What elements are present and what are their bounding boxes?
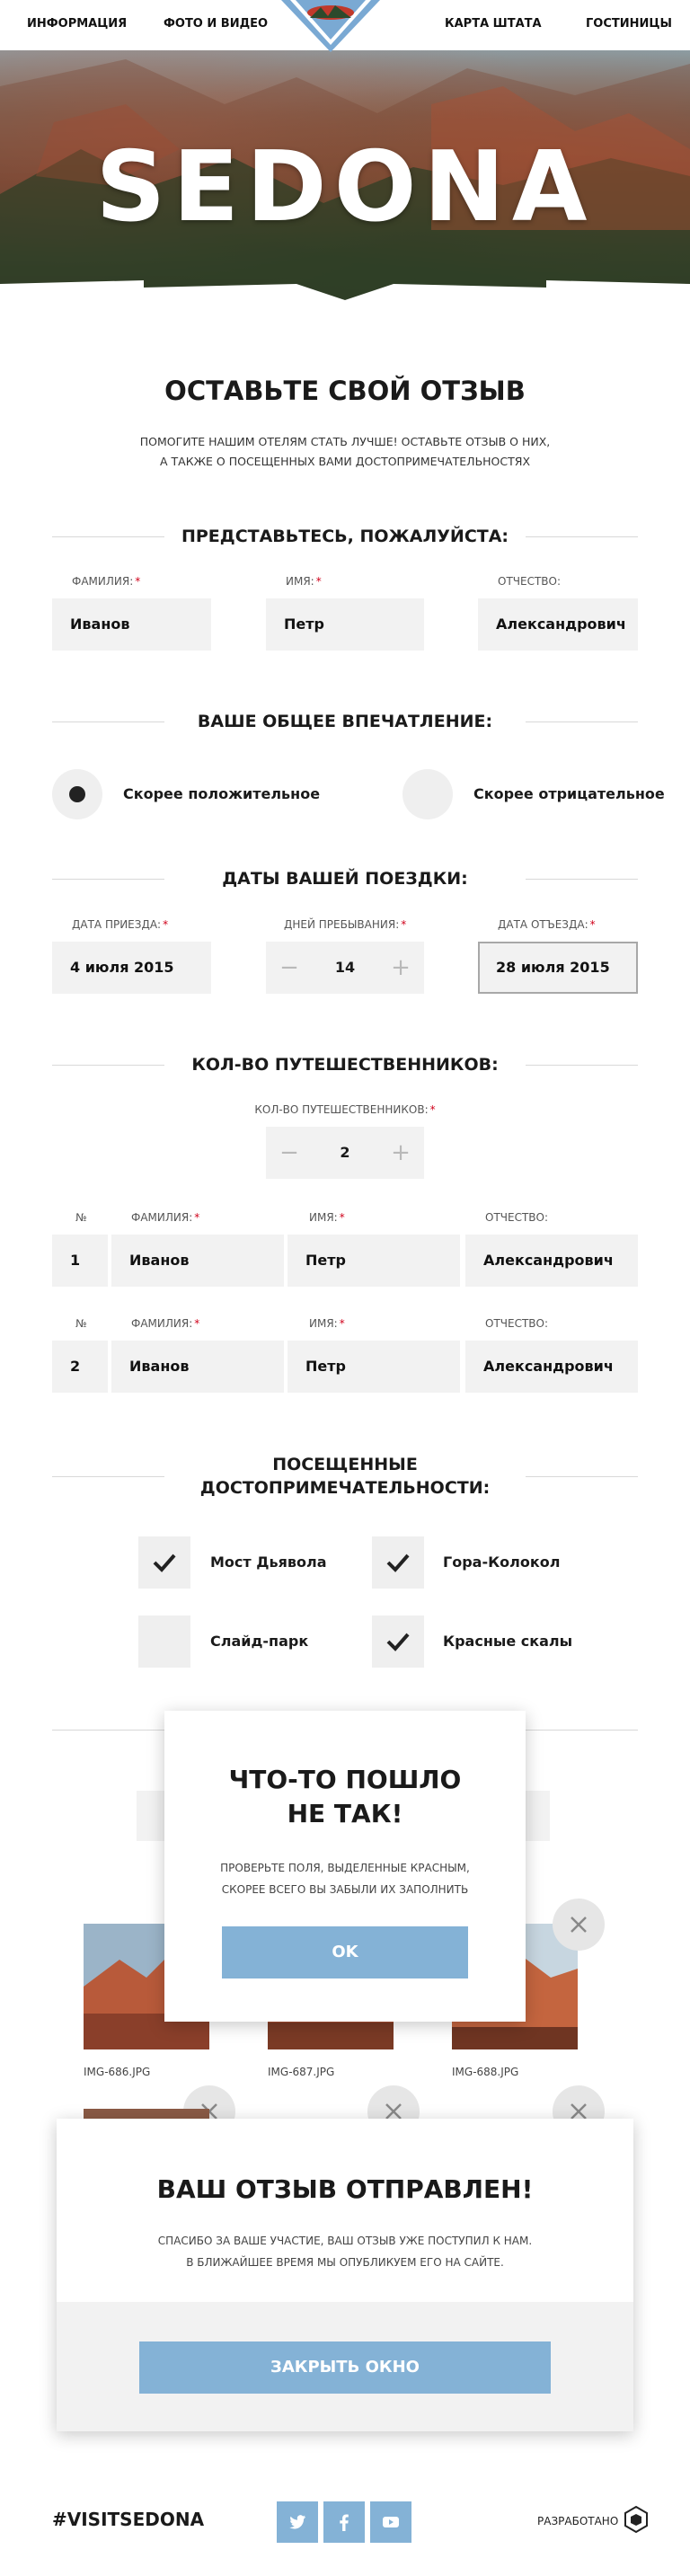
error-modal-ok-button[interactable]: OK xyxy=(222,1926,468,1978)
photo-filename: IMG-687.JPG xyxy=(268,2066,335,2078)
traveler-2-patronymic-label: ОТЧЕСТВО: xyxy=(485,1317,549,1330)
error-modal: ЧТО-ТО ПОШЛО НЕ ТАК! ПРОВЕРЬТЕ ПОЛЯ, ВЫДЕ… xyxy=(164,1711,526,2022)
section-introduce-title: ПРЕДСТАВЬТЕСЬ, ПОЖАЛУЙСТА: xyxy=(181,527,509,546)
success-modal-text: СПАСИБО ЗА ВАШЕ УЧАСТИЕ, ВАШ ОТЗЫВ УЖЕ П… xyxy=(157,2235,533,2269)
section-travelers: КОЛ-ВО ПУТЕШЕСТВЕННИКОВ: xyxy=(52,1051,638,1078)
travelers-minus-button[interactable]: − xyxy=(271,1127,307,1179)
section-sights: ПОСЕЩЕННЫЕ ДОСТОПРИМЕЧАТЕЛЬНОСТИ: xyxy=(52,1449,638,1503)
name-field[interactable]: Петр xyxy=(266,598,424,651)
twitter-button[interactable] xyxy=(277,2501,318,2543)
sight-bell-rock-label[interactable]: Гора-Колокол xyxy=(443,1554,560,1571)
hero-title: SEDONA xyxy=(95,131,595,243)
name-label: ИМЯ: * xyxy=(286,575,322,588)
check-icon xyxy=(386,1554,410,1572)
sight-devils-bridge-label[interactable]: Мост Дьявола xyxy=(210,1554,327,1571)
nav-info-link[interactable]: ИНФОРМАЦИЯ xyxy=(27,17,127,31)
section-sights-title: ПОСЕЩЕННЫЕ ДОСТОПРИМЕЧАТЕЛЬНОСТИ: xyxy=(199,1455,491,1498)
youtube-icon xyxy=(383,2517,399,2527)
surname-label: ФАМИЛИЯ: * xyxy=(72,575,141,588)
sight-slide-park-label[interactable]: Слайд-парк xyxy=(210,1633,308,1650)
departure-date-field[interactable]: 28 июля 2015 xyxy=(478,942,638,994)
section-dates-title: ДАТЫ ВАШЕЙ ПОЕЗДКИ: xyxy=(222,869,468,889)
section-travelers-title: КОЛ-ВО ПУТЕШЕСТВЕННИКОВ: xyxy=(191,1055,499,1075)
traveler-1-name-field[interactable]: Петр xyxy=(288,1235,460,1287)
sight-slide-park-checkbox[interactable] xyxy=(138,1616,190,1668)
days-plus-button[interactable]: + xyxy=(383,942,419,994)
nav-photo-video-link[interactable]: ФОТО И ВИДЕО xyxy=(164,17,268,31)
youtube-button[interactable] xyxy=(370,2501,411,2543)
success-modal-footer: ЗАКРЫТЬ ОКНО xyxy=(57,2302,633,2431)
arrival-label: ДАТА ПРИЕЗДА: * xyxy=(72,918,169,931)
departure-label: ДАТА ОТЪЕЗДА: * xyxy=(498,918,596,931)
impression-positive-radio[interactable] xyxy=(52,769,102,819)
patronymic-field[interactable]: Александрович xyxy=(478,598,638,651)
section-dates: ДАТЫ ВАШЕЙ ПОЕЗДКИ: xyxy=(52,865,638,892)
close-icon xyxy=(385,2103,402,2120)
sedona-logo-icon[interactable] xyxy=(281,0,380,54)
page-intro-line-1: ПОМОГИТЕ НАШИМ ОТЕЛЯМ СТАТЬ ЛУЧШЕ! ОСТАВ… xyxy=(139,435,551,448)
days-stepper: 14 − + xyxy=(266,942,424,994)
surname-field[interactable]: Иванов xyxy=(52,598,211,651)
error-modal-title: ЧТО-ТО ПОШЛО НЕ ТАК! xyxy=(228,1765,462,1828)
sight-devils-bridge-checkbox[interactable] xyxy=(138,1536,190,1589)
check-icon xyxy=(386,1633,410,1651)
close-icon xyxy=(571,2103,587,2120)
patronymic-label: ОТЧЕСТВО: xyxy=(498,575,562,588)
page-title: ОСТАВЬТЕ СВОЙ ОТЗЫВ xyxy=(164,376,526,406)
traveler-1-num: 1 xyxy=(52,1235,108,1287)
success-modal-title: ВАШ ОТЗЫВ ОТПРАВЛЕН! xyxy=(156,2174,534,2204)
traveler-1-surname-field[interactable]: Иванов xyxy=(111,1235,284,1287)
check-icon xyxy=(153,1554,176,1572)
days-minus-button[interactable]: − xyxy=(271,942,307,994)
twitter-icon xyxy=(289,2515,305,2529)
section-impression-title: ВАШЕ ОБЩЕЕ ВПЕЧАТЛЕНИЕ: xyxy=(197,712,493,731)
traveler-2-name-label: ИМЯ: * xyxy=(309,1317,345,1330)
impression-positive-label[interactable]: Скорее положительное xyxy=(123,785,320,802)
success-modal: ВАШ ОТЗЫВ ОТПРАВЛЕН! СПАСИБО ЗА ВАШЕ УЧА… xyxy=(57,2119,633,2431)
photo-filename: IMG-686.JPG xyxy=(84,2066,151,2078)
developer-logo-icon[interactable] xyxy=(624,2506,648,2533)
sight-red-rocks-checkbox[interactable] xyxy=(372,1616,424,1668)
traveler-2-surname-field[interactable]: Иванов xyxy=(111,1341,284,1393)
nav-map-link[interactable]: КАРТА ШТАТА xyxy=(445,17,542,31)
impression-negative-label[interactable]: Скорее отрицательное xyxy=(473,785,665,802)
travelers-count-label: КОЛ-ВО ПУТЕШЕСТВЕННИКОВ: * xyxy=(254,1103,436,1116)
sight-red-rocks-label[interactable]: Красные скалы xyxy=(443,1633,572,1650)
traveler-1-patronymic-field[interactable]: Александрович xyxy=(465,1235,638,1287)
nav-hotels-link[interactable]: ГОСТИНИЦЫ xyxy=(586,17,672,31)
traveler-2-name-field[interactable]: Петр xyxy=(288,1341,460,1393)
travelers-plus-button[interactable]: + xyxy=(383,1127,419,1179)
made-by-label: РАЗРАБОТАНО xyxy=(537,2515,619,2527)
facebook-icon xyxy=(340,2514,349,2531)
hero-bottom-shape xyxy=(0,280,690,314)
footer-hashtag[interactable]: #VISITSEDONA xyxy=(52,2509,204,2530)
photo-filename: IMG-688.JPG xyxy=(452,2066,519,2078)
traveler-2-num: 2 xyxy=(52,1341,108,1393)
arrival-date-field[interactable]: 4 июля 2015 xyxy=(52,942,211,994)
traveler-2-patronymic-field[interactable]: Александрович xyxy=(465,1341,638,1393)
traveler-2-surname-label: ФАМИЛИЯ: * xyxy=(131,1317,200,1330)
days-label: ДНЕЙ ПРЕБЫВАНИЯ: * xyxy=(284,918,407,931)
close-icon xyxy=(571,1917,587,1933)
travelers-stepper: 2 − + xyxy=(266,1127,424,1179)
traveler-1-patronymic-label: ОТЧЕСТВО: xyxy=(485,1211,549,1224)
error-modal-text: ПРОВЕРЬТЕ ПОЛЯ, ВЫДЕЛЕННЫЕ КРАСНЫМ, СКОРЕ… xyxy=(220,1862,470,1896)
facebook-button[interactable] xyxy=(323,2501,365,2543)
traveler-1-surname-label: ФАМИЛИЯ: * xyxy=(131,1211,200,1224)
section-impression: ВАШЕ ОБЩЕЕ ВПЕЧАТЛЕНИЕ: xyxy=(52,708,638,735)
section-introduce: ПРЕДСТАВЬТЕСЬ, ПОЖАЛУЙСТА: xyxy=(52,523,638,550)
remove-photo-button[interactable] xyxy=(553,1899,605,1951)
traveler-1-name-label: ИМЯ: * xyxy=(309,1211,345,1224)
page-intro-line-2: А ТАКЖЕ О ПОСЕЩЕННЫХ ВАМИ ДОСТОПРИМЕЧАТЕ… xyxy=(159,455,531,468)
sight-bell-rock-checkbox[interactable] xyxy=(372,1536,424,1589)
traveler-2-num-header: № xyxy=(75,1317,87,1330)
traveler-1-num-header: № xyxy=(75,1211,87,1224)
close-window-button[interactable]: ЗАКРЫТЬ ОКНО xyxy=(139,2341,551,2394)
impression-negative-radio[interactable] xyxy=(402,769,453,819)
